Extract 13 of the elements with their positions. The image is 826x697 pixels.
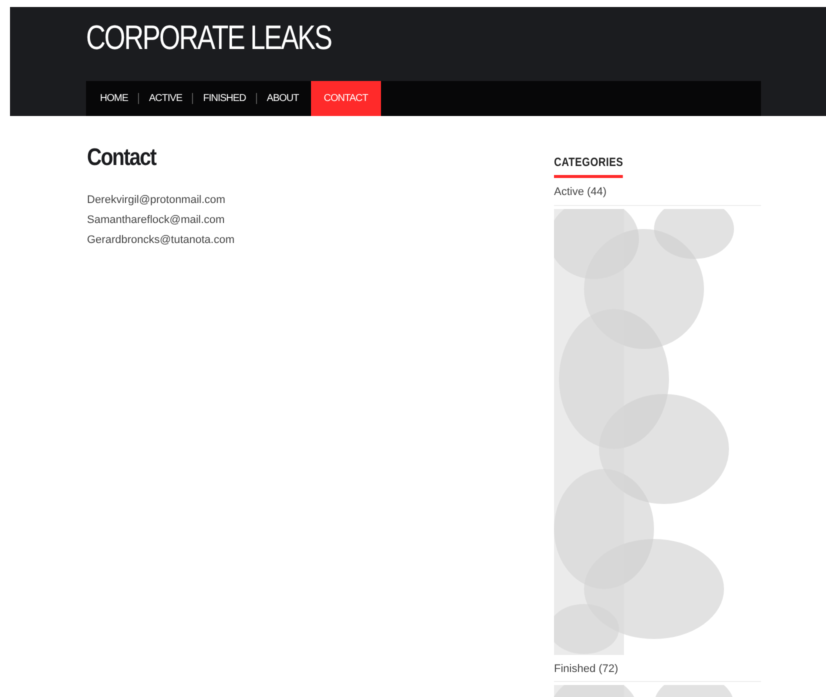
category-link[interactable]: Finished (72) — [554, 660, 761, 682]
nav-link[interactable]: ABOUT — [266, 81, 299, 116]
page-title: Contact — [87, 146, 158, 170]
nav-link[interactable]: CONTACT — [310, 81, 381, 116]
site-title: CORPORATE LEAKS — [86, 21, 332, 59]
email-address: Gerardbroncks@tutanota.com — [87, 233, 236, 248]
email-address: Derekvirgil@protonmail.com — [87, 193, 226, 208]
email-address: Samanthareflock@mail.com — [87, 213, 226, 228]
sidebar-heading: CATEGORIES — [554, 153, 624, 178]
category-link[interactable]: Active (44) — [554, 184, 761, 206]
nav-link[interactable]: HOME — [100, 81, 128, 116]
nav-link[interactable]: FINISHED — [203, 81, 246, 116]
nav-link[interactable]: ACTIVE — [149, 81, 182, 116]
